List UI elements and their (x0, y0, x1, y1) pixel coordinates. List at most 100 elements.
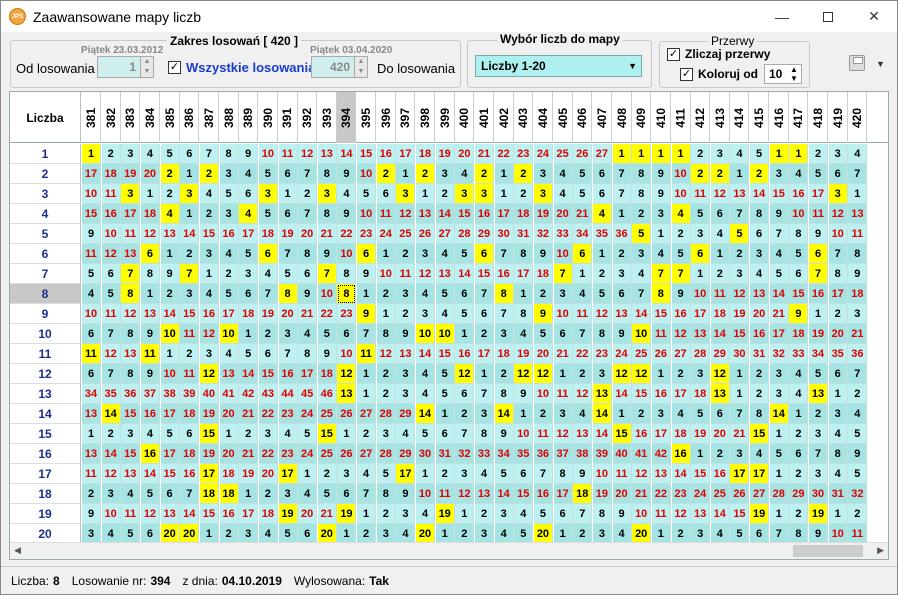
grid-cell[interactable]: 21 (632, 484, 652, 504)
grid-cell[interactable]: 15 (258, 364, 278, 384)
grid-cell[interactable]: 4 (671, 404, 691, 424)
grid-cell[interactable]: 2 (710, 264, 730, 284)
grid-cell[interactable]: 4 (199, 284, 219, 304)
grid-cell[interactable]: 19 (199, 444, 219, 464)
grid-cell[interactable]: 39 (592, 444, 612, 464)
grid-cell[interactable]: 6 (514, 464, 534, 484)
grid-cell[interactable]: 12 (553, 424, 573, 444)
grid-cell[interactable]: 5 (219, 184, 239, 204)
column-header-393[interactable]: 393 (318, 92, 337, 143)
grid-cell[interactable]: 6 (101, 264, 121, 284)
grid-cell[interactable]: 20 (553, 204, 573, 224)
grid-cell[interactable]: 16 (475, 204, 494, 224)
grid-cell[interactable]: 10 (632, 504, 652, 524)
grid-cell[interactable]: 7 (475, 284, 494, 304)
grid-cell[interactable]: 21 (317, 224, 337, 244)
maximize-button[interactable] (805, 1, 851, 32)
grid-cell[interactable]: 2 (258, 484, 278, 504)
grid-cell[interactable]: 45 (298, 384, 318, 404)
grid-cell[interactable]: 1 (651, 364, 671, 384)
grid-cell[interactable]: 7 (494, 304, 514, 324)
grid-cell[interactable]: 15 (612, 424, 632, 444)
grid-cell[interactable]: 15 (750, 424, 770, 444)
grid-cell[interactable]: 8 (789, 524, 809, 544)
grid-cell[interactable]: 1 (828, 384, 848, 404)
grid-cell[interactable]: 9 (533, 304, 553, 324)
grid-cell[interactable]: 8 (494, 284, 514, 304)
grid-cell[interactable]: 7 (298, 204, 318, 224)
grid-cell[interactable]: 12 (533, 364, 553, 384)
grid-cell[interactable]: 24 (298, 444, 318, 464)
row-header-13[interactable]: 13 (10, 384, 81, 404)
grid-cell[interactable]: 11 (376, 204, 396, 224)
grid-cell[interactable]: 16 (455, 344, 475, 364)
grid-cell[interactable]: 9 (651, 184, 671, 204)
grid-cell[interactable]: 2 (180, 244, 200, 264)
grid-cell[interactable]: 4 (632, 264, 652, 284)
grid-cell[interactable]: 29 (396, 444, 416, 464)
grid-cell[interactable]: 22 (494, 144, 514, 164)
grid-cell[interactable]: 4 (475, 464, 494, 484)
grid-cell[interactable]: 8 (121, 364, 141, 384)
grid-cell[interactable]: 17 (239, 224, 259, 244)
grid-cell[interactable]: 3 (416, 304, 436, 324)
grid-cell[interactable]: 16 (376, 144, 396, 164)
grid-cell[interactable]: 15 (82, 204, 101, 224)
grid-cell[interactable]: 3 (317, 184, 337, 204)
grid-cell[interactable]: 1 (337, 524, 357, 544)
grid-cell[interactable]: 2 (219, 264, 239, 284)
grid-cell[interactable]: 17 (514, 264, 534, 284)
grid-cell[interactable]: 15 (199, 224, 219, 244)
grid-cell[interactable]: 8 (317, 204, 337, 224)
grid-cell[interactable]: 16 (494, 264, 514, 284)
row-header-11[interactable]: 11 (10, 344, 81, 364)
grid-cell[interactable]: 11 (848, 524, 868, 544)
grid-cell[interactable]: 3 (258, 184, 278, 204)
grid-cell[interactable]: 7 (828, 244, 848, 264)
grid-cell[interactable]: 10 (828, 224, 848, 244)
grid-cell[interactable]: 5 (278, 524, 298, 544)
grid-cell[interactable]: 13 (121, 344, 141, 364)
grid-cell[interactable]: 18 (789, 324, 809, 344)
grid-cell[interactable]: 7 (298, 164, 318, 184)
grid-cell[interactable]: 18 (239, 304, 259, 324)
grid-cell[interactable]: 1 (455, 504, 475, 524)
grid-cell[interactable]: 2 (435, 184, 455, 204)
grid-cell[interactable]: 3 (239, 524, 259, 544)
grid-cell[interactable]: 17 (750, 464, 770, 484)
grid-cell[interactable]: 11 (180, 324, 200, 344)
grid-cell[interactable]: 3 (828, 184, 848, 204)
grid-cell[interactable]: 5 (416, 424, 436, 444)
grid-cell[interactable]: 1 (298, 464, 318, 484)
grid-cell[interactable]: 18 (514, 204, 534, 224)
grid-cell[interactable]: 3 (553, 284, 573, 304)
grid-cell[interactable]: 7 (730, 204, 750, 224)
grid-cell[interactable]: 4 (553, 164, 573, 184)
grid-cell[interactable]: 8 (632, 164, 652, 184)
grid-cell[interactable]: 17 (121, 204, 141, 224)
grid-cell[interactable]: 5 (239, 344, 259, 364)
grid-cell[interactable]: 4 (219, 244, 239, 264)
horizontal-scrollbar[interactable]: ◀ ▶ (10, 542, 888, 559)
grid-cell[interactable]: 2 (730, 244, 750, 264)
grid-cell[interactable]: 4 (671, 204, 691, 224)
grid-cell[interactable]: 21 (573, 204, 593, 224)
grid-cell[interactable]: 1 (651, 524, 671, 544)
grid-cell[interactable]: 2 (475, 164, 494, 184)
grid-cell[interactable]: 3 (435, 164, 455, 184)
grid-cell[interactable]: 14 (769, 284, 789, 304)
grid-cell[interactable]: 1 (160, 244, 180, 264)
grid-cell[interactable]: 15 (691, 464, 711, 484)
grid-cell[interactable]: 1 (337, 424, 357, 444)
grid-cell[interactable]: 3 (396, 364, 416, 384)
grid-cell[interactable]: 7 (258, 284, 278, 304)
column-header-392[interactable]: 392 (298, 92, 318, 143)
grid-cell[interactable]: 11 (101, 304, 121, 324)
grid-cell[interactable]: 5 (258, 164, 278, 184)
grid-cell[interactable]: 21 (239, 404, 259, 424)
grid-cell[interactable]: 3 (396, 384, 416, 404)
grid-cell[interactable]: 18 (199, 484, 219, 504)
grid-cell[interactable]: 6 (140, 244, 160, 264)
grid-cell[interactable]: 3 (769, 384, 789, 404)
grid-cell[interactable]: 1 (710, 244, 730, 264)
